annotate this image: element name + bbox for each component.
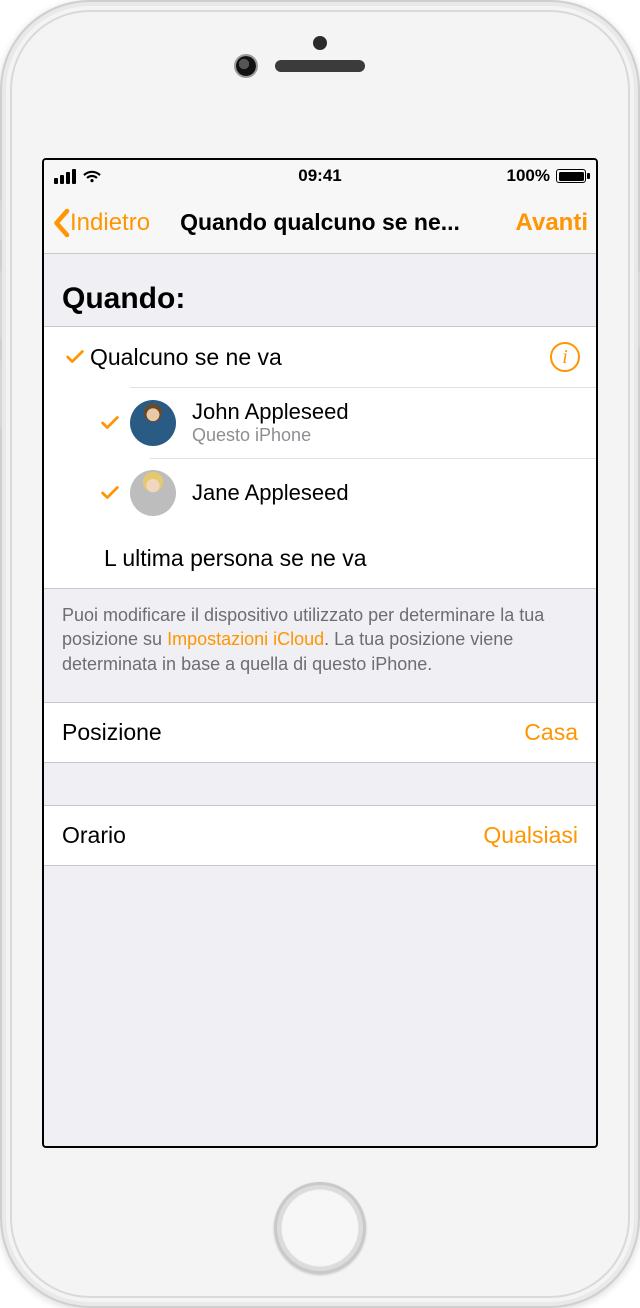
option-someone-leaves[interactable]: Qualcuno se ne va i [44,327,596,387]
time-value: Qualsiasi [483,822,578,849]
footer-note: Puoi modificare il dispositivo utilizzat… [44,589,596,702]
volume-down-button [0,360,2,430]
iphone-frame: 09:41 100% Indietro Quando qualcuno se n… [0,0,640,1308]
proximity-sensor [313,36,327,50]
checkmark-icon [90,412,130,434]
person-row-jane[interactable]: Jane Appleseed [90,458,596,528]
avatar [130,400,176,446]
back-label: Indietro [70,209,150,237]
person-note: Questo iPhone [192,425,349,446]
option-last-person-leaves[interactable]: L ultima persona se ne va [44,528,596,588]
next-button[interactable]: Avanti [516,209,588,237]
option-label: Qualcuno se ne va [90,344,550,371]
people-subgroup: John Appleseed Questo iPhone Jane Apples… [44,387,596,528]
person-name: John Appleseed [192,399,349,425]
wifi-icon [82,169,102,184]
info-icon[interactable]: i [550,342,580,372]
earpiece-speaker [275,60,365,72]
position-value: Casa [524,719,578,746]
front-camera [236,56,256,76]
position-row[interactable]: Posizione Casa [44,702,596,763]
section-header-when: Quando: [44,254,596,326]
mute-switch [0,200,2,240]
battery-icon [556,169,586,183]
battery-percent: 100% [507,166,550,186]
screen: 09:41 100% Indietro Quando qualcuno se n… [42,158,598,1148]
back-button[interactable]: Indietro [52,208,150,238]
position-label: Posizione [62,719,162,746]
nav-bar: Indietro Quando qualcuno se ne... Avanti [44,192,596,254]
status-bar: 09:41 100% [44,160,596,192]
avatar [130,470,176,516]
chevron-left-icon [52,208,70,238]
content-scroll[interactable]: Quando: Qualcuno se ne va i [44,254,596,1146]
option-label: L ultima persona se ne va [104,545,580,572]
time-label: Orario [62,822,126,849]
volume-up-button [0,270,2,340]
spacer [44,763,596,805]
person-name: Jane Appleseed [192,480,349,506]
time-row[interactable]: Orario Qualsiasi [44,805,596,866]
icloud-settings-link[interactable]: Impostazioni iCloud [167,629,324,649]
when-options-group: Qualcuno se ne va i John Appleseed Quest… [44,326,596,589]
home-button[interactable] [274,1182,366,1274]
checkmark-icon [60,346,90,368]
checkmark-icon [90,482,130,504]
person-row-john[interactable]: John Appleseed Questo iPhone [90,387,596,458]
cellular-signal-icon [54,169,76,184]
